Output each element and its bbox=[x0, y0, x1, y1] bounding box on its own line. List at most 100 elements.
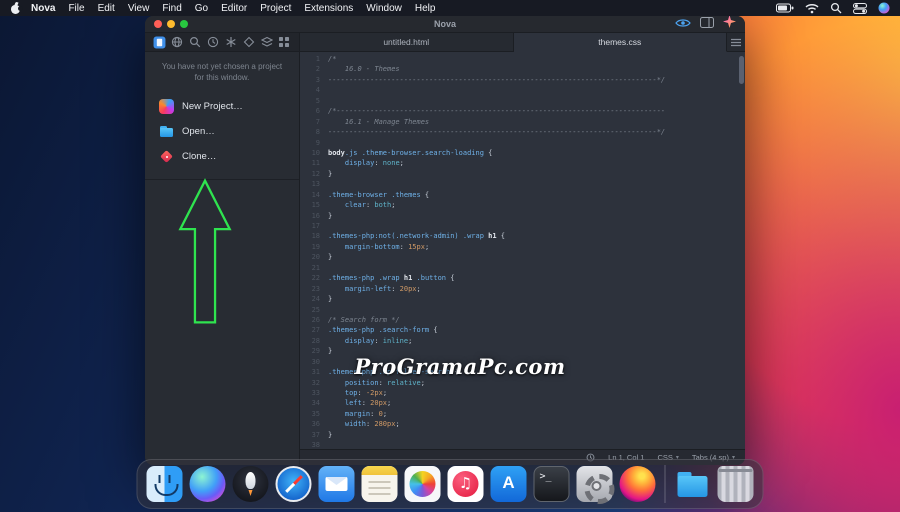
extensions-spark-icon[interactable] bbox=[723, 16, 736, 33]
search-icon[interactable] bbox=[189, 36, 202, 49]
line-number: 29 bbox=[300, 346, 328, 356]
code-line: 27.themes-php .search-form { bbox=[300, 325, 745, 335]
line-number: 36 bbox=[300, 419, 328, 429]
open-folder-icon bbox=[159, 124, 174, 139]
menu-bar: Nova File Edit View Find Go Editor Project Exten… bbox=[0, 0, 900, 16]
dock-photos-icon[interactable] bbox=[405, 466, 441, 502]
control-center-icon[interactable] bbox=[853, 3, 867, 14]
dock-siri-icon[interactable] bbox=[190, 466, 226, 502]
line-number: 11 bbox=[300, 158, 328, 168]
asterisk-icon[interactable] bbox=[224, 36, 237, 49]
dock-divider bbox=[665, 465, 666, 503]
line-number: 37 bbox=[300, 430, 328, 440]
dock-trash-icon[interactable] bbox=[718, 466, 754, 502]
menu-project[interactable]: Project bbox=[260, 3, 291, 14]
dock bbox=[137, 459, 764, 509]
line-number: 4 bbox=[300, 85, 328, 95]
line-number: 1 bbox=[300, 54, 328, 64]
zoom-button[interactable] bbox=[180, 20, 188, 28]
action-new-project[interactable]: New Project… bbox=[145, 94, 299, 119]
menu-help[interactable]: Help bbox=[415, 3, 436, 14]
search-icon[interactable] bbox=[830, 2, 842, 14]
layers-icon[interactable] bbox=[260, 36, 273, 49]
menu-editor[interactable]: Editor bbox=[221, 3, 247, 14]
dock-music-icon[interactable] bbox=[448, 466, 484, 502]
line-number: 26 bbox=[300, 315, 328, 325]
action-open-folder[interactable]: Open… bbox=[145, 119, 299, 144]
menu-extensions[interactable]: Extensions bbox=[304, 3, 353, 14]
scrollbar-thumb[interactable] bbox=[739, 56, 744, 84]
apple-menu-icon[interactable] bbox=[10, 2, 21, 14]
dock-system-preferences-icon[interactable] bbox=[577, 466, 613, 502]
dock-downloads-icon[interactable] bbox=[675, 466, 711, 502]
dock-app-store-icon[interactable] bbox=[491, 466, 527, 502]
close-button[interactable] bbox=[154, 20, 162, 28]
code-line: 33 top: -2px; bbox=[300, 388, 745, 398]
sidebar: You have not yet chosen a project for th… bbox=[145, 33, 300, 465]
line-number: 20 bbox=[300, 252, 328, 262]
action-clone[interactable]: Clone… bbox=[145, 144, 299, 169]
code-line: 34 left: 20px; bbox=[300, 398, 745, 408]
window-titlebar[interactable]: Nova bbox=[145, 16, 745, 33]
annotation-arrow-shape bbox=[180, 181, 229, 323]
clock-icon[interactable] bbox=[207, 36, 220, 49]
editor-scrollbar[interactable] bbox=[738, 54, 744, 447]
wifi-icon[interactable] bbox=[805, 3, 819, 14]
editor-pane[interactable]: 1/*2 16.0 - Themes3---------------------… bbox=[300, 52, 745, 449]
line-number: 15 bbox=[300, 200, 328, 210]
line-number: 25 bbox=[300, 305, 328, 315]
code-line: 12} bbox=[300, 169, 745, 179]
tab-untitled.html[interactable]: untitled.html bbox=[300, 33, 514, 52]
dock-firefox-icon[interactable] bbox=[620, 466, 656, 502]
code-line: 19 margin-bottom: 15px; bbox=[300, 242, 745, 252]
menu-window[interactable]: Window bbox=[366, 3, 402, 14]
menu-file[interactable]: File bbox=[68, 3, 84, 14]
menu-view[interactable]: View bbox=[128, 3, 150, 14]
line-number: 33 bbox=[300, 388, 328, 398]
line-number: 32 bbox=[300, 378, 328, 388]
menu-find[interactable]: Find bbox=[162, 3, 181, 14]
dock-safari-icon[interactable] bbox=[276, 466, 312, 502]
code-editor[interactable]: 1/*2 16.0 - Themes3---------------------… bbox=[300, 52, 745, 449]
dock-finder-icon[interactable] bbox=[147, 466, 183, 502]
annotation-arrow bbox=[173, 173, 237, 331]
code-line: 23 margin-left: 20px; bbox=[300, 284, 745, 294]
nova-window: Nova bbox=[145, 16, 745, 465]
files-icon[interactable] bbox=[153, 36, 166, 49]
dock-launchpad-icon[interactable] bbox=[233, 466, 269, 502]
editor-layout-icon[interactable] bbox=[700, 16, 714, 33]
tab-themes.css[interactable]: themes.css bbox=[514, 33, 728, 52]
line-number: 21 bbox=[300, 263, 328, 273]
code-line: 8---------------------------------------… bbox=[300, 127, 745, 137]
minimize-button[interactable] bbox=[167, 20, 175, 28]
line-number: 17 bbox=[300, 221, 328, 231]
line-number: 16 bbox=[300, 211, 328, 221]
diamond-icon[interactable] bbox=[242, 36, 255, 49]
menu-go[interactable]: Go bbox=[195, 3, 208, 14]
dock-terminal-icon[interactable] bbox=[534, 466, 570, 502]
no-project-message: You have not yet chosen a project for th… bbox=[145, 52, 299, 83]
code-line: 2 16.0 - Themes bbox=[300, 64, 745, 74]
code-line: 13 bbox=[300, 179, 745, 189]
tab-list-icon[interactable] bbox=[727, 33, 745, 52]
dock-mail-icon[interactable] bbox=[319, 466, 355, 502]
preview-eye-icon[interactable] bbox=[675, 16, 691, 33]
action-label: Open… bbox=[182, 126, 215, 137]
line-number: 13 bbox=[300, 179, 328, 189]
menu-nova[interactable]: Nova bbox=[31, 3, 55, 14]
siri-icon[interactable] bbox=[878, 2, 890, 14]
line-number: 34 bbox=[300, 398, 328, 408]
code-line: 9 bbox=[300, 138, 745, 148]
desktop-wallpaper: Nova File Edit View Find Go Editor Project Exten… bbox=[0, 0, 900, 512]
code-line: 20} bbox=[300, 252, 745, 262]
action-label: New Project… bbox=[182, 101, 243, 112]
globe-icon[interactable] bbox=[171, 36, 184, 49]
line-number: 31 bbox=[300, 367, 328, 377]
dock-notes-icon[interactable] bbox=[362, 466, 398, 502]
menu-edit[interactable]: Edit bbox=[98, 3, 115, 14]
code-line: 6/*-------------------------------------… bbox=[300, 106, 745, 116]
grid-icon[interactable] bbox=[278, 36, 291, 49]
line-number: 7 bbox=[300, 117, 328, 127]
battery-icon[interactable] bbox=[776, 3, 794, 13]
code-line: 26/* Search form */ bbox=[300, 315, 745, 325]
